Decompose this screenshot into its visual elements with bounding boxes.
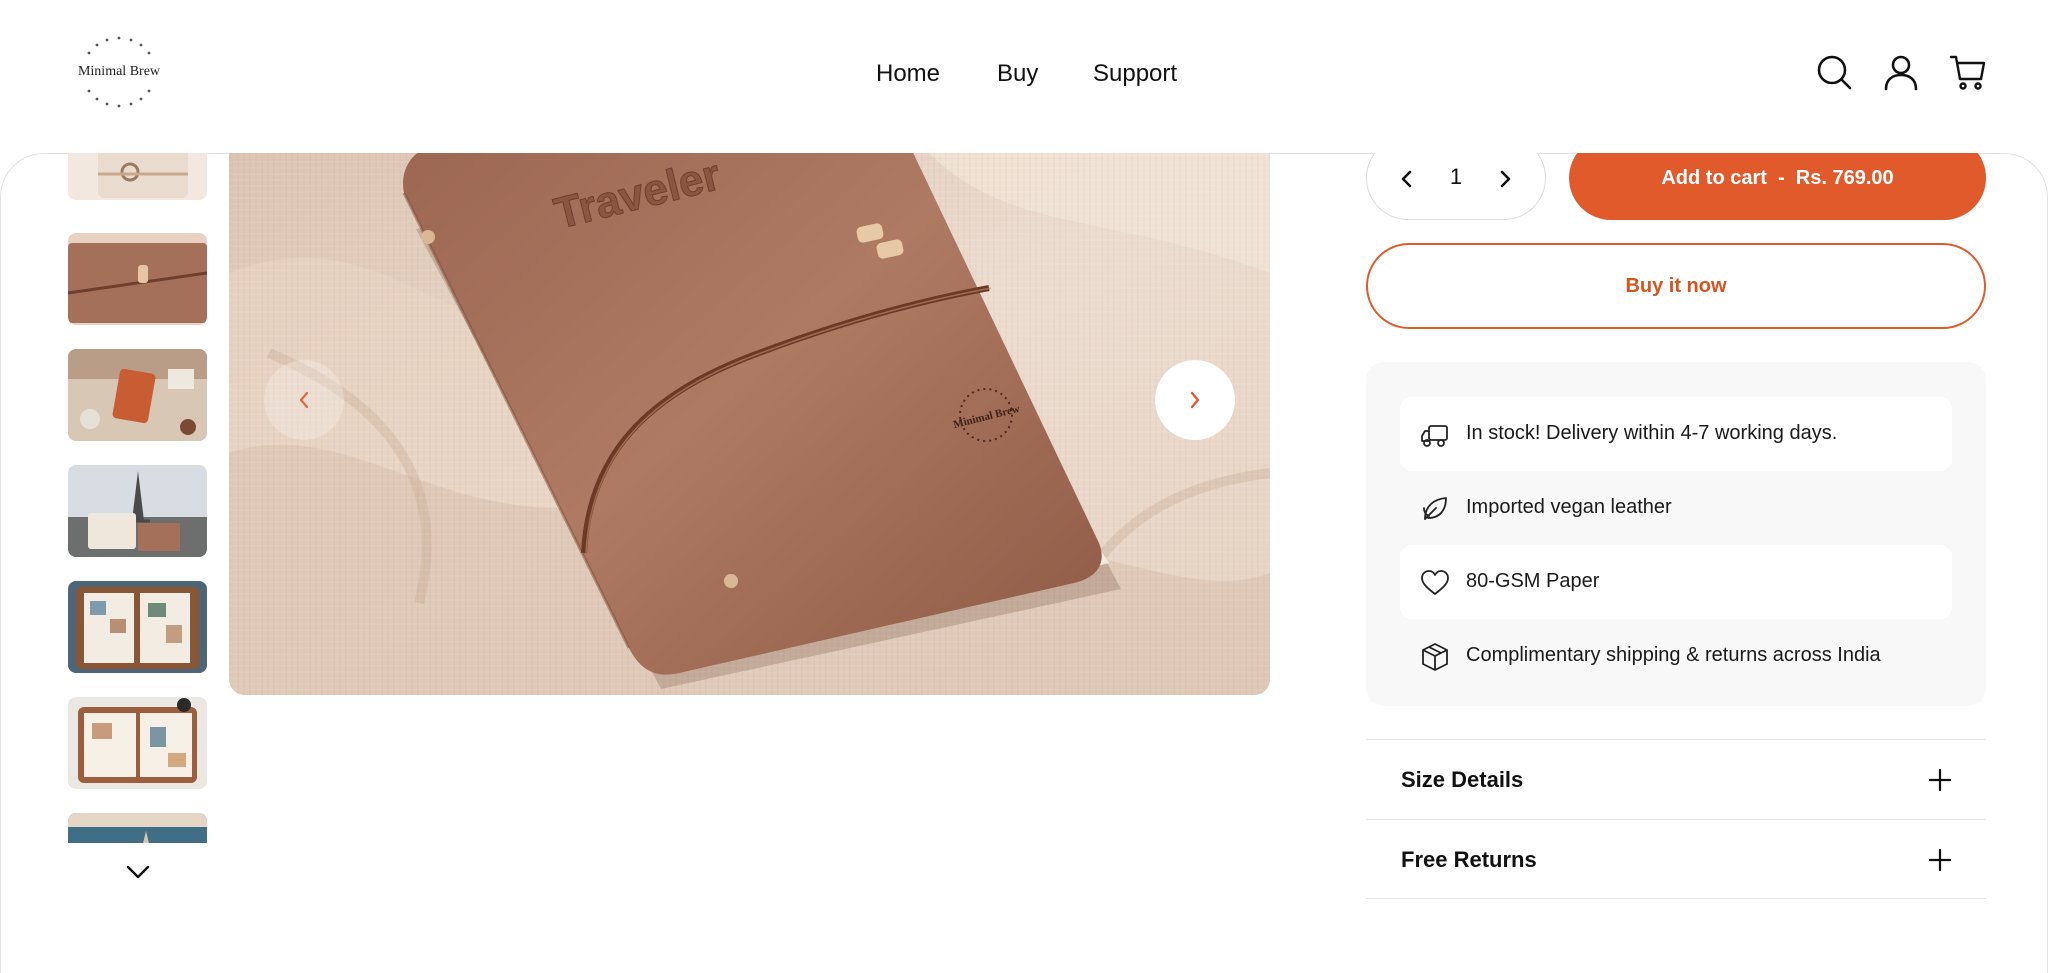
- nav-home-link[interactable]: Home: [876, 60, 940, 88]
- feature-paper: 80-GSM Paper: [1400, 545, 1952, 619]
- feature-text: Complimentary shipping & returns across …: [1466, 644, 1881, 666]
- chevron-left-icon: [299, 391, 309, 409]
- feature-delivery: In stock! Delivery within 4-7 working da…: [1400, 397, 1952, 471]
- next-image-button[interactable]: [1155, 360, 1235, 440]
- nav-buy-link[interactable]: Buy: [997, 60, 1038, 88]
- brand-name: Minimal Brew: [77, 64, 161, 79]
- chevron-right-icon: [1190, 391, 1200, 409]
- product-main-image: Traveler Minimal Brew: [229, 153, 1270, 695]
- quantity-increase-button[interactable]: [1491, 165, 1519, 193]
- search-icon[interactable]: [1815, 53, 1853, 91]
- leaf-icon: [1420, 494, 1450, 524]
- thumbnail-6[interactable]: [68, 697, 207, 789]
- accordion-size-details[interactable]: Size Details: [1366, 739, 1986, 819]
- thumbnail-3[interactable]: [68, 349, 207, 441]
- thumbnail-4[interactable]: [68, 465, 207, 557]
- plus-icon[interactable]: [1928, 768, 1952, 792]
- account-icon[interactable]: [1882, 53, 1920, 91]
- thumbnail-5[interactable]: [68, 581, 207, 673]
- feature-vegan-leather: Imported vegan leather: [1400, 471, 1952, 545]
- accordion-free-returns[interactable]: Free Returns: [1366, 819, 1986, 899]
- thumbnail-1[interactable]: [68, 153, 207, 200]
- box-icon: [1420, 642, 1450, 672]
- brand-logo[interactable]: Minimal Brew: [72, 34, 166, 110]
- feature-text: Imported vegan leather: [1466, 496, 1672, 518]
- quantity-decrease-button[interactable]: [1393, 165, 1421, 193]
- delivery-truck-icon: [1420, 420, 1450, 450]
- product-features: In stock! Delivery within 4-7 working da…: [1366, 362, 1986, 706]
- thumbnails-scroll-down-icon[interactable]: [124, 860, 152, 884]
- thumbnail-7[interactable]: [68, 813, 207, 843]
- heart-icon: [1420, 568, 1450, 598]
- previous-image-button[interactable]: [264, 360, 344, 440]
- thumbnail-2[interactable]: [68, 233, 207, 325]
- accordion-title: Free Returns: [1401, 847, 1537, 872]
- quantity-value[interactable]: 1: [1437, 164, 1475, 190]
- plus-icon[interactable]: [1928, 848, 1952, 872]
- accordion-title: Size Details: [1401, 767, 1524, 792]
- cart-icon[interactable]: [1949, 53, 1987, 91]
- thumbnail-strip: [68, 153, 208, 843]
- feature-shipping: Complimentary shipping & returns across …: [1400, 619, 1952, 693]
- feature-text: In stock! Delivery within 4-7 working da…: [1466, 422, 1838, 444]
- feature-text: 80-GSM Paper: [1466, 570, 1600, 592]
- site-header: Minimal Brew Home Buy Support: [0, 0, 2048, 153]
- buy-it-now-button[interactable]: Buy it now: [1366, 243, 1986, 329]
- nav-support-link[interactable]: Support: [1093, 60, 1177, 88]
